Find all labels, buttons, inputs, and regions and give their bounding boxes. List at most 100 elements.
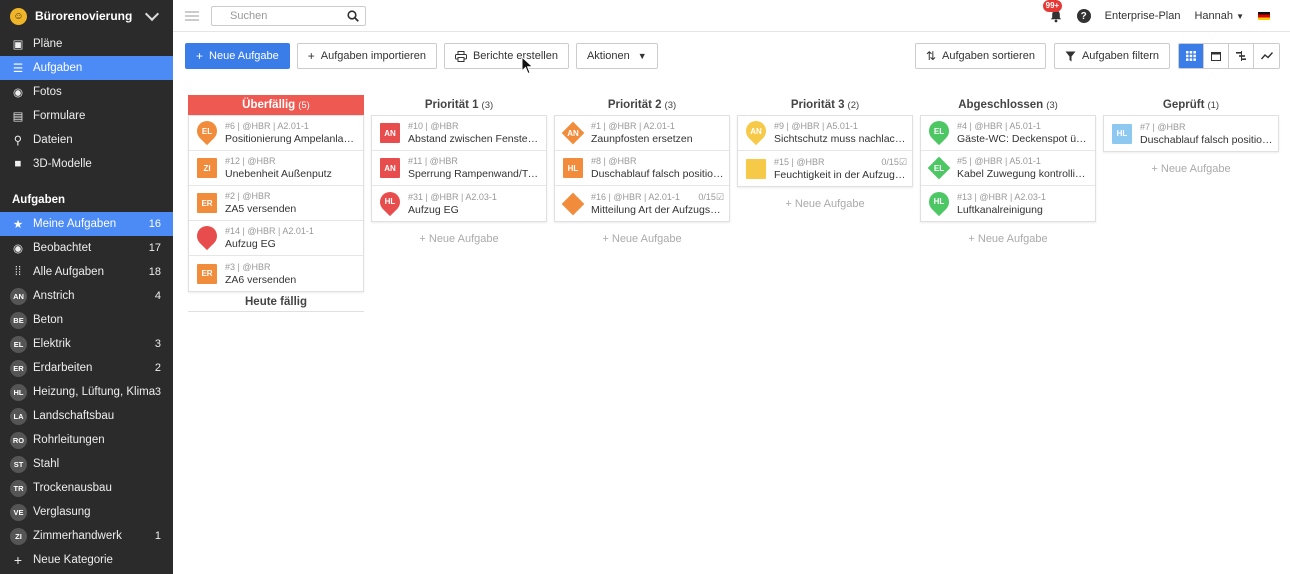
notifications-button[interactable]: 99+ (1042, 0, 1063, 23)
category-item-1[interactable]: BE Beton (0, 308, 173, 332)
camera-icon: ◉ (12, 87, 24, 99)
nav-item-2[interactable]: ◉ Fotos (0, 80, 173, 104)
task-square-icon: ER (197, 193, 217, 213)
category-item-0[interactable]: AN Anstrich 4 (0, 284, 173, 308)
menu-toggle-icon[interactable] (185, 10, 199, 21)
task-filter-count: 18 (148, 266, 161, 278)
add-task-link[interactable]: + Neue Aufgabe (371, 222, 547, 257)
gantt-view-icon[interactable] (1229, 44, 1254, 68)
task-card[interactable]: ER #3 | @HBR ZA6 versenden (189, 256, 363, 291)
card-meta: #9 | @HBR | A5.01-1 (774, 120, 907, 132)
german-flag-icon[interactable] (1258, 12, 1270, 20)
actions-dropdown[interactable]: Aktionen ▼ (575, 43, 658, 69)
task-filter-item-2[interactable]: ⁞⁞ Alle Aufgaben 18 (0, 260, 173, 284)
task-card[interactable]: EL #4 | @HBR | A5.01-1 Gäste-WC: Deckenspo… (921, 116, 1095, 151)
board-view-icon[interactable] (1179, 44, 1204, 68)
task-card[interactable]: ER #2 | @HBR ZA5 versenden (189, 186, 363, 221)
add-task-link[interactable]: + Neue Aufgabe (1103, 152, 1279, 187)
task-card[interactable]: AN #11 | @HBR Sperrung Rampenwand/T-Stü... (372, 151, 546, 186)
category-label: Heizung, Lüftung, Klima (33, 386, 155, 398)
category-label: Elektrik (33, 338, 71, 350)
category-item-3[interactable]: ER Erdarbeiten 2 (0, 356, 173, 380)
category-abbr: HL (1116, 129, 1128, 138)
card-body: #4 | @HBR | A5.01-1 Gäste-WC: Deckenspot … (957, 120, 1090, 146)
task-filter-item-0[interactable]: ★ Meine Aufgaben 16 (0, 212, 173, 236)
card-list: EL #4 | @HBR | A5.01-1 Gäste-WC: Deckenspo… (920, 115, 1096, 222)
category-item-4[interactable]: HL Heizung, Lüftung, Klima 3 (0, 380, 173, 404)
card-meta: #14 | @HBR | A2.01-1 (225, 225, 358, 237)
task-card[interactable]: #15 | @HBR 0/15☑ Feuchtigkeit in der Aufzu… (738, 151, 912, 186)
eye-icon: ◉ (12, 243, 24, 255)
nav-item-3[interactable]: ▤ Formulare (0, 104, 173, 128)
task-card[interactable]: AN #1 | @HBR | A2.01-1 Zaunpfosten ersetze… (555, 116, 729, 151)
task-card[interactable]: ZI #12 | @HBR Unebenheit Außenputz (189, 151, 363, 186)
user-menu[interactable]: Hannah ▼ (1194, 10, 1244, 22)
nav-item-1[interactable]: ☰ Aufgaben (0, 56, 173, 80)
category-abbr: AN (567, 128, 579, 138)
nav-item-0[interactable]: ▣ Pläne (0, 32, 173, 56)
task-card[interactable]: EL #6 | @HBR | A2.01-1 Positionierung Ampe… (189, 116, 363, 151)
task-card[interactable]: #16 | @HBR | A2.01-1 0/15☑ Mitteilung Art … (555, 186, 729, 221)
task-card[interactable]: HL #7 | @HBR Duschablauf falsch positionie… (1104, 116, 1278, 151)
help-icon[interactable]: ? (1076, 9, 1091, 23)
task-card[interactable]: EL #5 | @HBR | A5.01-1 Kabel Zuwegung kont… (921, 151, 1095, 186)
category-item-8[interactable]: TR Trockenausbau (0, 476, 173, 500)
column-title: Überfällig (242, 99, 296, 111)
card-body: #15 | @HBR 0/15☑ Feuchtigkeit in der Aufzu… (774, 156, 907, 182)
category-abbr: EL (933, 163, 945, 173)
column-count: (3) (664, 99, 677, 111)
category-item-10[interactable]: ZI Zimmerhandwerk 1 (0, 524, 173, 548)
task-card[interactable]: HL #13 | @HBR | A2.03-1 Luftkanalreinigung (921, 186, 1095, 221)
category-item-6[interactable]: RO Rohrleitungen (0, 428, 173, 452)
sort-tasks-label: Aufgaben sortieren (941, 50, 1035, 62)
task-meta: #11 | @HBR (408, 156, 458, 166)
nav-item-label: 3D-Modelle (33, 158, 92, 170)
new-task-button[interactable]: + Neue Aufgabe (185, 43, 290, 69)
task-card[interactable]: HL #31 | @HBR | A2.03-1 Aufzug EG (372, 186, 546, 221)
category-item-9[interactable]: VE Verglasung (0, 500, 173, 524)
task-filter-item-1[interactable]: ◉ Beobachtet 17 (0, 236, 173, 260)
grid-icon: ⁞⁞ (14, 266, 22, 278)
add-task-link[interactable]: + Neue Aufgabe (554, 222, 730, 257)
board-column-2: Priorität 2 (3) AN #1 | @HBR | A2.01-1 Zaunp… (554, 95, 730, 312)
add-task-link[interactable]: + Neue Aufgabe (920, 222, 1096, 257)
user-name: Hannah (1194, 10, 1234, 22)
category-item-2[interactable]: EL Elektrik 3 (0, 332, 173, 356)
calendar-view-icon[interactable] (1204, 44, 1229, 68)
category-label: Erdarbeiten (33, 362, 93, 374)
category-label: Rohrleitungen (33, 434, 105, 446)
filter-tasks-button[interactable]: Aufgaben filtern (1053, 43, 1170, 69)
task-card[interactable]: HL #8 | @HBR Duschablauf falsch positionie… (555, 151, 729, 186)
sort-tasks-button[interactable]: ⇅ Aufgaben sortieren (914, 43, 1046, 69)
category-item-5[interactable]: LA Landschaftsbau (0, 404, 173, 428)
nav-item-4[interactable]: ⚲ Dateien (0, 128, 173, 152)
due-today-header: Heute fällig (188, 292, 364, 312)
category-abbr: AN (750, 126, 762, 136)
task-card[interactable]: AN #9 | @HBR | A5.01-1 Sichtschutz muss na… (738, 116, 912, 151)
task-meta: #4 | @HBR | A5.01-1 (957, 121, 1041, 131)
task-card[interactable]: #14 | @HBR | A2.01-1 Aufzug EG (189, 221, 363, 256)
sidebar: ☺ Bürorenovierung ▣ Pläne ☰ Aufgaben ◉ Fotos ▤… (0, 0, 173, 574)
task-title: Aufzug EG (408, 203, 459, 216)
category-item-7[interactable]: ST Stahl (0, 452, 173, 476)
category-label: Trockenausbau (33, 482, 112, 494)
search-icon[interactable] (347, 9, 359, 22)
create-reports-button[interactable]: Berichte erstellen (443, 43, 569, 69)
card-list: HL #7 | @HBR Duschablauf falsch positionie… (1103, 115, 1279, 152)
plan-link[interactable]: Enterprise-Plan (1105, 10, 1181, 22)
plus-icon: + (13, 552, 23, 568)
project-logo-icon: ☺ (10, 7, 27, 25)
new-category-button[interactable]: + Neue Kategorie (0, 548, 173, 572)
task-title: Kabel Zuwegung kontrollieren (957, 168, 1090, 180)
import-tasks-button[interactable]: + Aufgaben importieren (296, 43, 437, 69)
project-switcher[interactable]: ☺ Bürorenovierung (0, 0, 173, 32)
card-meta: #1 | @HBR | A2.01-1 (591, 120, 724, 132)
task-square-icon: HL (563, 158, 583, 178)
card-body: #10 | @HBR Abstand zwischen Fenster un... (408, 120, 541, 146)
column-count: (3) (481, 99, 494, 111)
chart-view-icon[interactable] (1254, 44, 1279, 68)
search-input[interactable] (230, 9, 347, 22)
add-task-link[interactable]: + Neue Aufgabe (737, 187, 913, 222)
task-card[interactable]: AN #10 | @HBR Abstand zwischen Fenster un.… (372, 116, 546, 151)
nav-item-5[interactable]: ■ 3D-Modelle (0, 152, 173, 176)
